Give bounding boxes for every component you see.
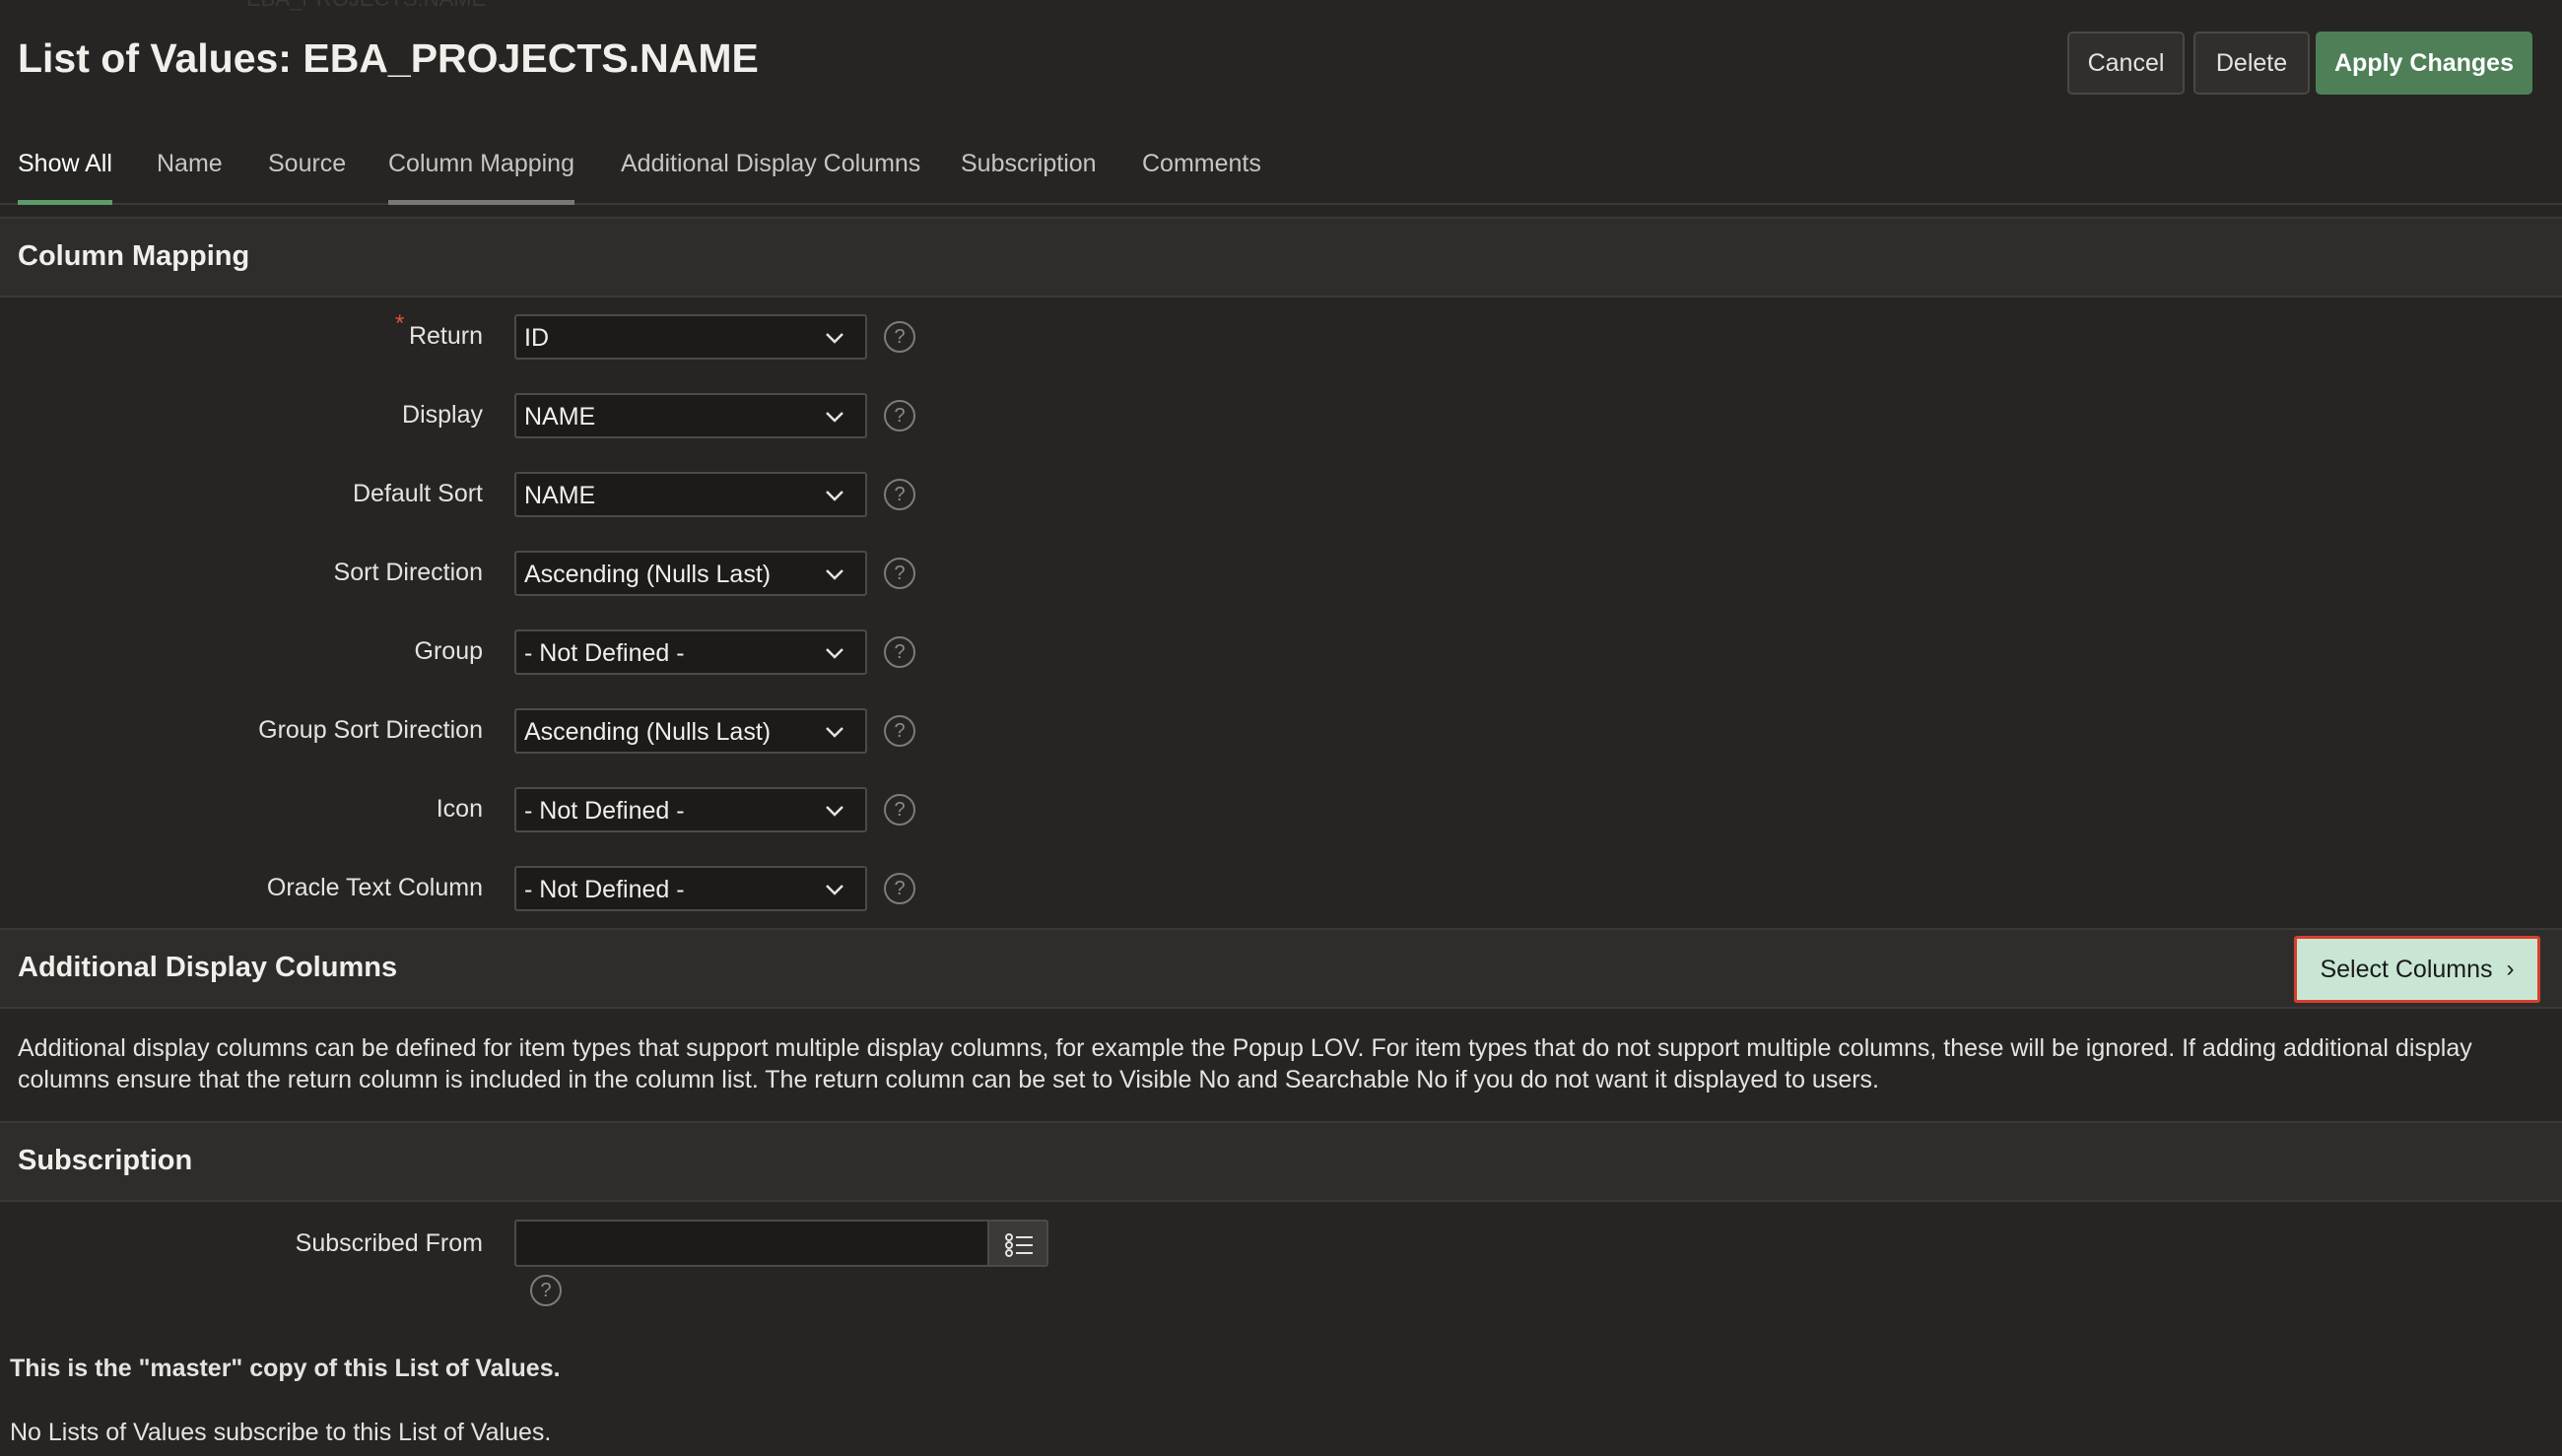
- tab-column-mapping[interactable]: Column Mapping: [388, 150, 574, 205]
- icon-select-value: - Not Defined -: [524, 797, 685, 825]
- page-title: List of Values: EBA_PROJECTS.NAME: [18, 35, 759, 81]
- group-select[interactable]: - Not Defined -: [514, 629, 867, 675]
- oracle-text-column-select[interactable]: - Not Defined -: [514, 866, 867, 911]
- display-select[interactable]: NAME: [514, 393, 867, 438]
- list-icon: [1005, 1233, 1033, 1257]
- chevron-down-icon: [826, 491, 843, 501]
- tab-show-all[interactable]: Show All: [18, 150, 112, 205]
- column-mapping-header: Column Mapping: [0, 217, 2562, 298]
- chevron-down-icon: [826, 333, 843, 344]
- help-icon[interactable]: ?: [884, 558, 915, 589]
- icon-field: Icon - Not Defined - ?: [0, 787, 985, 832]
- sort-direction-select[interactable]: Ascending (Nulls Last): [514, 551, 867, 596]
- icon-label: Icon: [436, 795, 483, 823]
- display-label: Display: [402, 401, 483, 429]
- chevron-down-icon: [826, 727, 843, 738]
- group-field: Group - Not Defined - ?: [0, 629, 985, 675]
- return-select[interactable]: ID: [514, 314, 867, 360]
- master-copy-note: This is the "master" copy of this List o…: [10, 1355, 561, 1382]
- icon-select[interactable]: - Not Defined -: [514, 787, 867, 832]
- tab-comments[interactable]: Comments: [1142, 150, 1261, 205]
- help-icon[interactable]: ?: [884, 400, 915, 431]
- cancel-button[interactable]: Cancel: [2067, 32, 2185, 95]
- return-select-value: ID: [524, 324, 549, 352]
- tab-bar: Show All Name Source Column Mapping Addi…: [0, 126, 2562, 205]
- page-header: List of Values: EBA_PROJECTS.NAME Cancel…: [0, 0, 2562, 126]
- chevron-right-icon: ›: [2506, 956, 2515, 982]
- tab-additional-display-columns[interactable]: Additional Display Columns: [621, 150, 920, 205]
- return-field: * Return ID ?: [0, 310, 985, 360]
- chevron-down-icon: [826, 569, 843, 580]
- group-sort-direction-label: Group Sort Direction: [258, 716, 483, 744]
- group-label: Group: [414, 637, 483, 665]
- default-sort-label: Default Sort: [352, 480, 483, 507]
- help-icon[interactable]: ?: [884, 321, 915, 353]
- subscription-header: Subscription: [0, 1121, 2562, 1202]
- oracle-text-column-select-value: - Not Defined -: [524, 876, 685, 903]
- oracle-text-column-label: Oracle Text Column: [266, 874, 483, 901]
- chevron-down-icon: [826, 885, 843, 895]
- help-icon[interactable]: ?: [884, 479, 915, 510]
- subscription-title: Subscription: [18, 1145, 193, 1176]
- sort-direction-field: Sort Direction Ascending (Nulls Last) ?: [0, 551, 985, 596]
- help-icon[interactable]: ?: [884, 636, 915, 668]
- tab-source[interactable]: Source: [268, 150, 346, 205]
- list-lookup-button[interactable]: [987, 1220, 1048, 1267]
- oracle-text-column-field: Oracle Text Column - Not Defined - ?: [0, 866, 985, 911]
- subscribed-from-label: Subscribed From: [295, 1229, 483, 1257]
- help-icon[interactable]: ?: [530, 1275, 562, 1306]
- group-select-value: - Not Defined -: [524, 639, 685, 667]
- select-columns-button[interactable]: Select Columns ›: [2294, 936, 2540, 1003]
- help-icon[interactable]: ?: [884, 715, 915, 747]
- return-label: * Return: [394, 310, 483, 350]
- chevron-down-icon: [826, 412, 843, 423]
- required-marker: *: [394, 310, 405, 337]
- subscribers-note: No Lists of Values subscribe to this Lis…: [10, 1419, 552, 1446]
- default-sort-field: Default Sort NAME ?: [0, 472, 985, 517]
- subscribed-from-input[interactable]: [514, 1220, 987, 1267]
- display-field: Display NAME ?: [0, 393, 985, 438]
- additional-display-columns-title: Additional Display Columns: [18, 952, 398, 983]
- additional-display-description: Additional display columns can be define…: [18, 1034, 2472, 1093]
- help-icon[interactable]: ?: [884, 873, 915, 904]
- sort-direction-label: Sort Direction: [333, 559, 483, 586]
- chevron-down-icon: [826, 806, 843, 817]
- chevron-down-icon: [826, 648, 843, 659]
- delete-button[interactable]: Delete: [2193, 32, 2310, 95]
- default-sort-select[interactable]: NAME: [514, 472, 867, 517]
- column-mapping-title: Column Mapping: [18, 240, 250, 272]
- sort-direction-select-value: Ascending (Nulls Last): [524, 561, 772, 588]
- tab-subscription[interactable]: Subscription: [961, 150, 1097, 205]
- group-sort-direction-select[interactable]: Ascending (Nulls Last): [514, 708, 867, 754]
- group-sort-direction-select-value: Ascending (Nulls Last): [524, 718, 772, 746]
- display-select-value: NAME: [524, 403, 596, 430]
- tab-name[interactable]: Name: [157, 150, 223, 205]
- additional-display-columns-header: Additional Display Columns: [0, 928, 2562, 1009]
- help-icon[interactable]: ?: [884, 794, 915, 826]
- apply-changes-button[interactable]: Apply Changes: [2316, 32, 2532, 95]
- group-sort-direction-field: Group Sort Direction Ascending (Nulls La…: [0, 708, 985, 754]
- default-sort-select-value: NAME: [524, 482, 596, 509]
